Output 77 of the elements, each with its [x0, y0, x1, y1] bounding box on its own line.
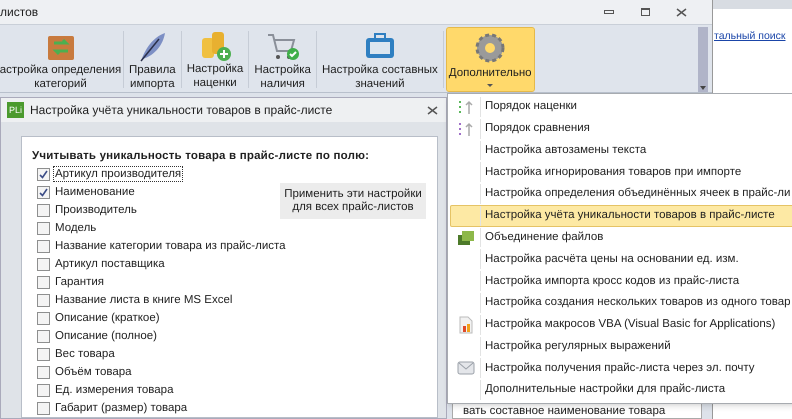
checkbox[interactable] — [37, 384, 50, 396]
envelope-icon — [456, 360, 474, 376]
checkbox-label: Артикул производителя — [54, 167, 182, 181]
checkbox[interactable] — [37, 276, 50, 288]
checkbox-row[interactable]: Производитель — [37, 201, 138, 219]
apply-button[interactable]: Применить эти настройки для всех прайс-листов — [280, 183, 426, 219]
menu-item[interactable]: Настройка импорта кросс кодов из прайс-листа — [450, 270, 792, 292]
close-button[interactable] — [427, 106, 438, 114]
list-arrow-icon — [458, 120, 474, 137]
checkbox[interactable] — [37, 330, 50, 342]
menu-item[interactable]: Настройка регулярных выражений — [450, 336, 792, 358]
checkbox-label: Описание (полное) — [54, 329, 158, 343]
files-icon — [456, 230, 474, 246]
close-icon — [427, 106, 438, 114]
checkbox-label: Название листа в книге MS Excel — [54, 293, 234, 307]
menu-item[interactable]: Настройка создания нескольких товаров из одного товар — [450, 292, 792, 314]
menu-item[interactable]: Настройка игнорирования товаров при импорте — [450, 161, 792, 184]
checkbox-label: Описание (краткое) — [54, 311, 161, 325]
checkbox-row[interactable]: Описание (полное) — [37, 327, 158, 345]
search-link[interactable]: тальный поиск — [713, 29, 786, 45]
ribbon-button[interactable]: астройка определения категорий — [0, 27, 121, 92]
checkbox-row[interactable]: Артикул производителя — [37, 165, 182, 183]
checkbox-label: Гарантия — [54, 275, 106, 289]
checkbox[interactable] — [37, 294, 50, 306]
checkbox[interactable] — [37, 168, 50, 180]
checkbox[interactable] — [37, 240, 50, 252]
section-heading: Учитывать уникальность товара в прайс-листе по полю: — [32, 149, 370, 163]
menu-item[interactable]: Настройка получения прайс-листа через эл. почту — [450, 357, 792, 380]
checkbox[interactable] — [37, 186, 50, 198]
dialog-title: Настройка учёта уникальности товаров в прайс-листе — [30, 102, 332, 119]
menu-item[interactable]: Настройка автозамены текста — [450, 140, 792, 162]
ribbon-button[interactable]: Правила импорта — [126, 27, 179, 92]
checkbox-row[interactable]: Объём товара — [37, 363, 133, 381]
checkbox[interactable] — [37, 222, 50, 234]
window-title: листов — [0, 4, 38, 21]
checkbox-label: Название категории товара из прайс-листа — [54, 239, 287, 253]
menu-item[interactable]: Настройка макросов VBA (Visual Basic for Applications) — [450, 314, 792, 336]
checkbox-row[interactable]: Наименование — [37, 183, 136, 201]
checkbox-row[interactable]: Модель — [37, 219, 98, 237]
app-logo: PLi — [7, 102, 24, 118]
checkbox-row[interactable]: Название категории товара из прайс-листа — [37, 237, 287, 255]
close-icon — [676, 8, 686, 16]
checkbox-label: Габарит (размер) товара — [54, 401, 188, 415]
ribbon-button[interactable]: Дополнительно — [446, 27, 535, 92]
checkbox[interactable] — [37, 312, 50, 324]
checkbox-label: Производитель — [54, 203, 138, 217]
background-text: вать составное наименование товара — [463, 404, 666, 418]
checkbox-row[interactable]: Описание (краткое) — [37, 309, 161, 327]
checkbox[interactable] — [37, 348, 50, 360]
checkbox-row[interactable]: Гарантия — [37, 273, 106, 291]
checkbox[interactable] — [37, 258, 50, 270]
menu-item[interactable]: Настройка определения объединённых ячеек в прайс-ли — [450, 183, 792, 205]
ribbon-button[interactable]: Настройка наличия — [251, 27, 314, 92]
menu-item[interactable]: Порядок наценки — [450, 96, 792, 118]
checkbox-label: Объём товара — [54, 365, 133, 379]
menu-item[interactable]: Объединение файлов — [450, 226, 792, 248]
checkbox[interactable] — [37, 402, 50, 414]
checkbox-row[interactable]: Габарит (размер) товара — [37, 399, 188, 417]
menu-item[interactable]: Дополнительные настройки для прайс-листа — [450, 379, 792, 401]
checkbox-row[interactable]: Вес товара — [37, 345, 116, 363]
checkbox-row[interactable]: Название листа в книге MS Excel — [37, 291, 234, 309]
checkbox-row[interactable]: Ед. измерения товара — [37, 381, 174, 399]
list-arrow-icon — [458, 98, 474, 115]
checkbox-label: Вес товара — [54, 347, 116, 361]
menu-item[interactable]: Настройка расчёта цены на основании ед. изм. — [450, 248, 792, 270]
checkbox-label: Наименование — [54, 185, 136, 199]
ribbon-button[interactable]: Настройка составных значений — [318, 27, 441, 92]
checkbox-row[interactable]: Артикул поставщика — [37, 255, 166, 273]
menu-item[interactable]: Настройка учёта уникальности товаров в прайс-листе — [450, 204, 792, 227]
gear-icon — [474, 32, 506, 64]
checkbox-label: Ед. измерения товара — [54, 383, 174, 397]
checkbox-label: Модель — [54, 221, 98, 235]
checkbox-label: Артикул поставщика — [54, 257, 166, 271]
checkbox[interactable] — [37, 204, 50, 216]
menu-item[interactable]: Порядок сравнения — [450, 118, 792, 140]
checkbox[interactable] — [37, 366, 50, 378]
document-chart-icon — [458, 316, 474, 334]
